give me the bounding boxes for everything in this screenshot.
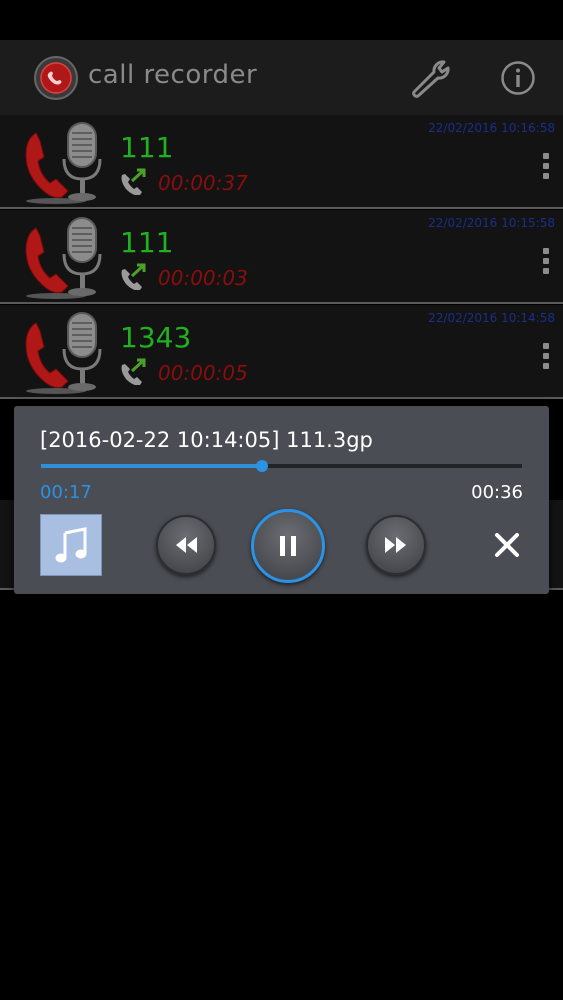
album-art [40,514,102,576]
player-title: [2016-02-22 10:14:05] 111.3gp [40,428,373,452]
outgoing-call-icon [121,358,146,385]
call-date: 22/02/2016 10:14:58 [428,311,555,325]
seek-bar-thumb[interactable] [256,460,269,472]
overflow-menu-icon[interactable] [541,343,551,373]
current-time: 00:17 [40,482,92,503]
call-duration: 00:00:03 [158,266,248,290]
overflow-menu-icon[interactable] [541,248,551,278]
call-date: 22/02/2016 10:16:58 [428,121,555,135]
call-duration: 00:00:37 [158,171,248,195]
audio-player-dialog: [2016-02-22 10:14:05] 111.3gp 00:17 00:3… [14,406,549,594]
rewind-icon [176,537,197,553]
phone-number: 1343 [120,321,192,354]
seek-bar[interactable] [41,460,522,472]
phone-number: 111 [120,131,174,164]
phone-microphone-icon [25,312,102,394]
list-item[interactable]: 1343 00:00:05 22/02/2016 10:14:58 [0,305,563,399]
overflow-menu-icon[interactable] [541,153,551,183]
phone-microphone-icon [25,217,102,299]
app-header: call recorder [0,40,563,115]
pause-button[interactable] [251,509,325,583]
call-duration: 00:00:05 [158,361,248,385]
outgoing-call-icon [121,168,146,195]
app-title: call recorder [88,60,258,90]
close-icon[interactable] [492,530,522,560]
fast-forward-icon [385,537,406,553]
call-recorder-logo-icon [34,56,78,100]
wrench-icon[interactable] [408,58,454,98]
call-date: 22/02/2016 10:15:58 [428,216,555,230]
seek-bar-progress [41,464,263,468]
rewind-button[interactable] [156,515,216,575]
phone-number: 111 [120,226,174,259]
phone-microphone-icon [25,122,102,204]
fast-forward-button[interactable] [366,515,426,575]
list-item[interactable]: 111 00:00:37 22/02/2016 10:16:58 [0,115,563,209]
music-note-icon [55,527,87,563]
status-bar [0,0,563,40]
total-time: 00:36 [471,482,523,503]
outgoing-call-icon [121,263,146,290]
pause-icon [280,536,296,556]
list-item[interactable]: 111 00:00:03 22/02/2016 10:15:58 [0,210,563,304]
info-icon[interactable] [500,60,536,96]
